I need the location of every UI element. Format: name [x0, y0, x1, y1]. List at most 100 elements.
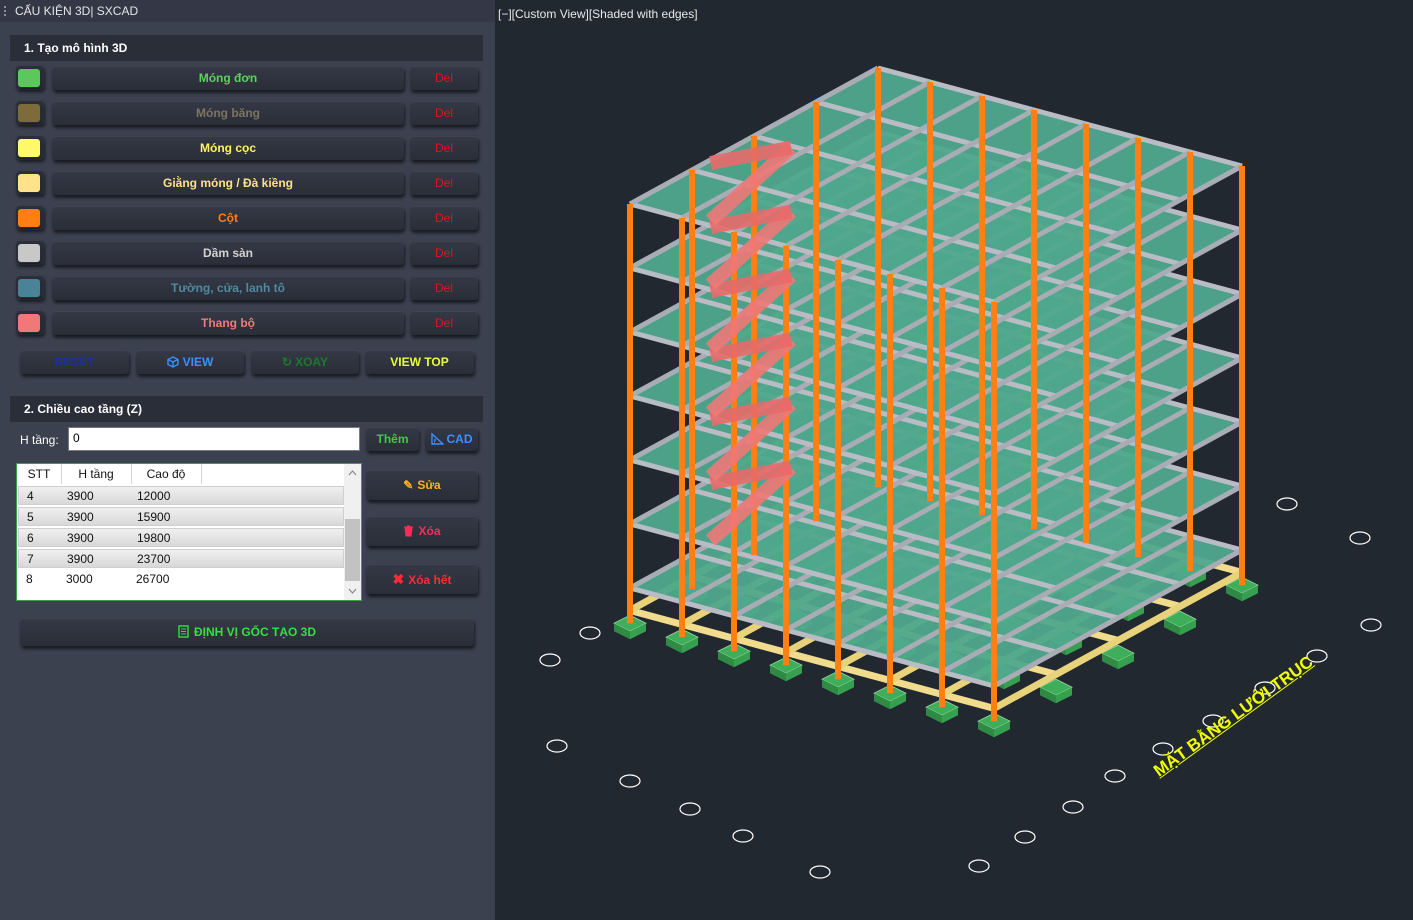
grid-axis-bubble	[539, 653, 561, 667]
layer-color-picker[interactable]	[16, 136, 44, 160]
section-create-3d-header: 1. Tạo mô hình 3D	[10, 35, 483, 61]
col-cao-do[interactable]: Cao độ	[131, 464, 202, 484]
col-stt[interactable]: STT	[17, 464, 62, 484]
cell-cao-do: 12000	[137, 489, 171, 503]
floor-height-label: H tầng:	[20, 433, 59, 447]
layer-delete-button[interactable]: Del	[410, 276, 478, 300]
table-scrollbar[interactable]	[344, 464, 361, 600]
table-row[interactable]: 6 3900 19800	[18, 528, 344, 547]
cell-cao-do: 15900	[137, 510, 171, 524]
cad-viewport[interactable]: [−][Custom View][Shaded with edges] MẶT …	[495, 0, 1413, 920]
grid-axis-bubble	[1062, 800, 1084, 814]
grid-axis-bubble	[619, 774, 641, 788]
col-h-tang[interactable]: H tầng	[61, 464, 132, 484]
add-floor-button[interactable]: Thêm	[366, 427, 419, 451]
delete-all-floors-button[interactable]: ✖ Xóa hết	[366, 564, 478, 594]
layer-button[interactable]: Dầm sàn	[52, 241, 404, 265]
grid-axis-bubble	[579, 626, 601, 640]
layer-delete-button[interactable]: Del	[410, 171, 478, 195]
panel-titlebar: CẤU KIỆN 3D| SXCAD	[0, 0, 495, 22]
cell-h-tang: 3900	[67, 510, 94, 524]
grid-axis-bubble	[1104, 769, 1126, 783]
left-panel: CẤU KIỆN 3D| SXCAD 1. Tạo mô hình 3D Món…	[0, 0, 495, 920]
table-row[interactable]: 5 3900 15900	[18, 507, 344, 526]
cell-cao-do: 26700	[136, 572, 170, 586]
cube-icon	[166, 356, 179, 368]
layer-delete-button[interactable]: Del	[410, 101, 478, 125]
layer-button[interactable]: Móng băng	[52, 101, 404, 125]
cell-stt: 5	[27, 510, 34, 524]
grid-axis-bubble	[546, 739, 568, 753]
view-button[interactable]: VIEW	[136, 350, 244, 374]
table-row[interactable]: 4 3900 12000	[18, 486, 344, 505]
rotate-button-label: XOAY	[295, 355, 328, 369]
scroll-down-icon[interactable]	[344, 584, 361, 598]
layer-row: Tường, cửa, lanh tô Del	[16, 276, 478, 302]
rotate-icon: ↻	[282, 355, 293, 369]
layer-color-swatch	[18, 314, 40, 332]
ruler-icon	[430, 432, 445, 445]
floor-table[interactable]: STT H tầng Cao độ 4 3900 12000 5 3900 15900 6 3…	[16, 463, 362, 601]
panel-title: CẤU KIỆN 3D| SXCAD	[15, 4, 139, 18]
layer-row: Dầm sàn Del	[16, 241, 478, 267]
layer-button[interactable]: Móng cọc	[52, 136, 404, 160]
scroll-thumb[interactable]	[345, 519, 360, 581]
view-button-label: VIEW	[182, 355, 214, 369]
delete-floor-label: Xóa	[418, 524, 441, 538]
layer-color-picker[interactable]	[16, 171, 44, 195]
set-origin-button[interactable]: ĐỊNH VỊ GỐC TẠO 3D	[20, 618, 474, 646]
layer-color-picker[interactable]	[16, 101, 44, 125]
grid-axis-bubble	[679, 802, 701, 816]
layer-color-swatch	[18, 174, 40, 192]
layer-delete-button[interactable]: Del	[410, 206, 478, 230]
rotate-button[interactable]: ↻ XOAY	[251, 350, 359, 374]
drag-grip-icon[interactable]	[4, 6, 8, 16]
cad-pick-button[interactable]: CAD	[425, 427, 478, 451]
cell-stt: 7	[27, 552, 34, 566]
cell-h-tang: 3000	[66, 572, 93, 586]
grid-axis-bubble	[1014, 830, 1036, 844]
grid-axis-bubble	[732, 829, 754, 843]
layer-button[interactable]: Giằng móng / Đà kiềng	[52, 171, 404, 195]
layer-button[interactable]: Cột	[52, 206, 404, 230]
layer-color-swatch	[18, 244, 40, 262]
layer-color-swatch	[18, 104, 40, 122]
layer-color-picker[interactable]	[16, 311, 44, 335]
layer-button[interactable]: Thang bộ	[52, 311, 404, 335]
floor-table-header: STT H tầng Cao độ	[17, 464, 344, 484]
cell-h-tang: 3900	[67, 489, 94, 503]
grid-axis-bubble	[809, 865, 831, 879]
layer-color-picker[interactable]	[16, 241, 44, 265]
floor-height-input[interactable]: 0	[68, 427, 360, 451]
layer-color-picker[interactable]	[16, 276, 44, 300]
layer-delete-button[interactable]: Del	[410, 311, 478, 335]
layer-button[interactable]: Tường, cửa, lanh tô	[52, 276, 404, 300]
layer-color-swatch	[18, 69, 40, 87]
table-row[interactable]: 7 3900 23700	[18, 549, 344, 568]
layer-delete-button[interactable]: Del	[410, 241, 478, 265]
layer-color-picker[interactable]	[16, 66, 44, 90]
layer-row: Móng cọc Del	[16, 136, 478, 162]
table-row[interactable]: 8 3000 26700	[18, 570, 344, 589]
delete-floor-button[interactable]: Xóa	[366, 516, 478, 546]
layer-row: Cột Del	[16, 206, 478, 232]
layer-button[interactable]: Móng đơn	[52, 66, 404, 90]
layer-delete-button[interactable]: Del	[410, 136, 478, 160]
layer-color-picker[interactable]	[16, 206, 44, 230]
layer-delete-button[interactable]: Del	[410, 66, 478, 90]
layer-color-swatch	[18, 139, 40, 157]
cell-h-tang: 3900	[67, 552, 94, 566]
trash-icon	[404, 525, 414, 537]
set-origin-label: ĐỊNH VỊ GỐC TẠO 3D	[193, 625, 316, 639]
building-3d-model	[539, 65, 1382, 879]
reset-button[interactable]: RESET	[20, 350, 129, 374]
cell-stt: 6	[27, 531, 34, 545]
cell-cao-do: 23700	[137, 552, 171, 566]
view-top-button[interactable]: VIEW TOP	[365, 350, 474, 374]
delete-all-label: Xóa hết	[408, 573, 452, 587]
edit-floor-label: Sửa	[417, 478, 441, 492]
scroll-up-icon[interactable]	[344, 466, 361, 480]
grid-axis-bubble	[1360, 618, 1382, 632]
cad-pick-label: CAD	[446, 432, 473, 446]
edit-floor-button[interactable]: ✎ Sửa	[366, 470, 478, 500]
